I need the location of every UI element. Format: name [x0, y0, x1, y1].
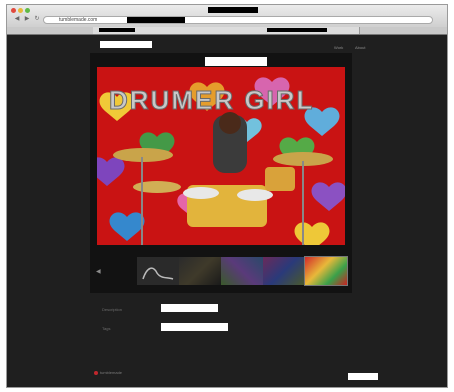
artwork-drawing: DRUMER GIRL	[97, 67, 345, 245]
tags-label: Tags	[102, 326, 111, 331]
thumbnail-sketch[interactable]	[137, 257, 179, 285]
thumbnail-drumer-girl[interactable]	[304, 256, 348, 286]
address-bar[interactable]	[43, 16, 433, 24]
redacted-tab-title	[99, 28, 135, 32]
logo-mark-icon	[94, 370, 98, 375]
thumbnail-colors-a[interactable]	[221, 257, 263, 285]
tags-value-redacted	[161, 323, 228, 331]
footer-logo[interactable]: tumblemade	[94, 370, 122, 375]
nav-link-about[interactable]: About	[355, 45, 365, 50]
browser-titlebar: ◀ ▶ ↻ tumblemade.com	[7, 5, 447, 28]
thumbnail-colors-b[interactable]	[263, 257, 305, 285]
reload-icon[interactable]: ↻	[33, 16, 41, 23]
url-text: tumblemade.com	[59, 17, 98, 23]
previous-arrow-icon[interactable]: ◀	[96, 268, 101, 275]
redacted-url-part	[127, 17, 185, 23]
svg-text:DRUMER GIRL: DRUMER GIRL	[109, 85, 314, 115]
description-label: Description	[102, 307, 123, 312]
maximize-window-icon[interactable]	[25, 8, 30, 13]
slideshow-title-redacted	[205, 57, 267, 66]
thumbnail-drummer-dark[interactable]	[179, 257, 221, 285]
footer-link-redacted[interactable]	[348, 373, 378, 380]
back-icon[interactable]: ◀	[13, 16, 21, 23]
site-logo-redacted[interactable]	[100, 41, 152, 48]
footer-logo-text: tumblemade	[100, 370, 123, 375]
slideshow-stage: DRUMER GIRL ◀ ▶	[90, 53, 352, 293]
nav-link-work[interactable]: Work	[334, 45, 343, 50]
main-artwork-image[interactable]: DRUMER GIRL	[97, 67, 345, 245]
description-value-redacted	[161, 304, 218, 312]
redacted-page-title	[208, 7, 258, 13]
redacted-tab-title	[267, 28, 327, 32]
close-window-icon[interactable]	[11, 8, 16, 13]
tab-strip	[7, 27, 447, 35]
minimize-window-icon[interactable]	[18, 8, 23, 13]
forward-icon[interactable]: ▶	[23, 16, 31, 23]
